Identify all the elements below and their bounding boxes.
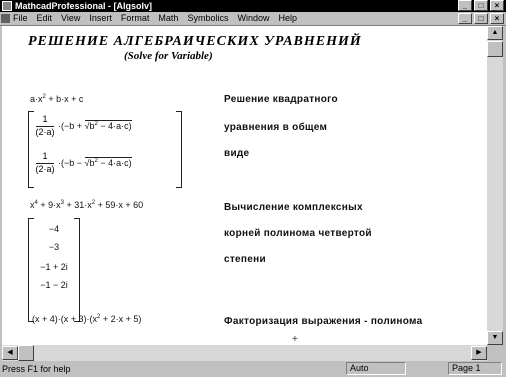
sol2-tail: − 4·a·c) (97, 158, 132, 168)
scroll-right-button[interactable]: ▶ (471, 346, 487, 360)
menu-file[interactable]: File (13, 12, 28, 25)
quartic-expression[interactable]: x4 + 9·x3 + 31·x2 + 59·x + 60 (30, 200, 143, 210)
text-quadratic-line1[interactable]: Решение квадратного (224, 94, 338, 105)
menu-math[interactable]: Math (158, 12, 178, 25)
root-2: −3 (48, 242, 60, 252)
sol1-sqrt: √b2 − 4·a·c) (84, 120, 132, 131)
quad-rest: + b·x + c (45, 94, 84, 104)
scroll-left-button[interactable]: ◀ (2, 346, 18, 360)
menu-symbolics[interactable]: Symbolics (187, 12, 228, 25)
factored-expression[interactable]: (x + 4)·(x + 3)·(x2 + 2·x + 5) (32, 314, 141, 324)
solution-matrix-right-bracket (176, 111, 182, 188)
text-quadratic-line3[interactable]: виде (224, 148, 249, 159)
sol2-sqrt: √b2 − 4·a·c) (84, 157, 132, 168)
worksheet[interactable]: РЕШЕНИЕ АЛГЕБРАИЧЕСКИХ УРАВНЕНИЙ (Solve … (2, 26, 487, 345)
scroll-up-button[interactable]: ▲ (487, 26, 503, 40)
sol1-left: ·(−b + (58, 121, 85, 131)
root-4: −1 − 2i (40, 280, 68, 290)
vertical-scroll-thumb[interactable] (487, 41, 503, 57)
sol1-numerator: 1 (42, 114, 48, 124)
solution-matrix-left-bracket (28, 111, 34, 188)
menu-view[interactable]: View (61, 12, 80, 25)
doc-restore-button[interactable]: □ (474, 13, 488, 24)
sol1-expression[interactable]: ·(−b + √b2 − 4·a·c) (58, 120, 132, 131)
status-help-text: Press F1 for help (2, 364, 71, 374)
root-1: −4 (48, 224, 60, 234)
maximize-button[interactable]: □ (474, 0, 488, 11)
factored-tail: + 2·x + 5) (100, 314, 142, 324)
worksheet-heading: РЕШЕНИЕ АЛГЕБРАИЧЕСКИХ УРАВНЕНИЙ (28, 34, 362, 49)
status-bar: Press F1 for help Auto Page 1 (0, 361, 506, 377)
crosshair-cursor: + (292, 334, 298, 345)
worksheet-subheading: (Solve for Variable) (124, 50, 213, 62)
sol2-left: ·(−b − (58, 158, 85, 168)
sol2-expression[interactable]: ·(−b − √b2 − 4·a·c) (58, 157, 132, 168)
quartic-term3: + 31·x (63, 200, 92, 210)
vertical-scrollbar[interactable]: ▲ ▼ (487, 26, 503, 345)
menu-insert[interactable]: Insert (89, 12, 112, 25)
status-mode: Auto (346, 362, 406, 375)
scroll-down-button[interactable]: ▼ (487, 331, 503, 345)
quad-term-a: a·x (30, 94, 43, 104)
menu-window[interactable]: Window (237, 12, 269, 25)
horizontal-scrollbar[interactable]: ◀ ▶ (2, 345, 487, 361)
text-quadratic-line2[interactable]: уравнения в общем (224, 122, 327, 133)
sol2-numerator: 1 (42, 151, 48, 161)
doc-minimize-button[interactable]: _ (458, 13, 472, 24)
horizontal-scroll-thumb[interactable] (18, 345, 34, 361)
quadratic-expression[interactable]: a·x2 + b·x + c (30, 94, 83, 104)
sol1-tail: − 4·a·c) (97, 121, 132, 131)
factored-lead: (x + 4)·(x + 3)·(x (32, 314, 98, 324)
minimize-button[interactable]: _ (458, 0, 472, 11)
document-icon[interactable] (1, 14, 10, 23)
doc-close-button[interactable]: × (490, 13, 504, 24)
menu-help[interactable]: Help (278, 12, 297, 25)
quartic-term2: + 9·x (37, 200, 61, 210)
text-factorization[interactable]: Факторизация выражения - полинома (224, 316, 422, 327)
scroll-corner (487, 345, 503, 361)
roots-matrix-right-bracket (74, 218, 80, 322)
sol2-denominator: (2·a) (35, 164, 55, 174)
title-bar: MathcadProfessional - [Algsolv] _ □ × (0, 0, 506, 12)
close-button[interactable]: × (490, 0, 504, 11)
text-quartic-line1[interactable]: Вычисление комплексных (224, 202, 363, 213)
menu-format[interactable]: Format (121, 12, 150, 25)
menu-bar: File Edit View Insert Format Math Symbol… (0, 12, 506, 26)
mathcad-app-icon[interactable] (2, 1, 12, 11)
root-3: −1 + 2i (40, 262, 68, 272)
menu-edit[interactable]: Edit (37, 12, 53, 25)
status-page: Page 1 (448, 362, 502, 375)
text-quartic-line3[interactable]: степени (224, 254, 266, 265)
window-title: MathcadProfessional - [Algsolv] (15, 1, 153, 11)
sol1-denominator: (2·a) (35, 127, 55, 137)
text-quartic-line2[interactable]: корней полинома четвертой (224, 228, 372, 239)
quartic-term4: + 59·x + 60 (95, 200, 144, 210)
